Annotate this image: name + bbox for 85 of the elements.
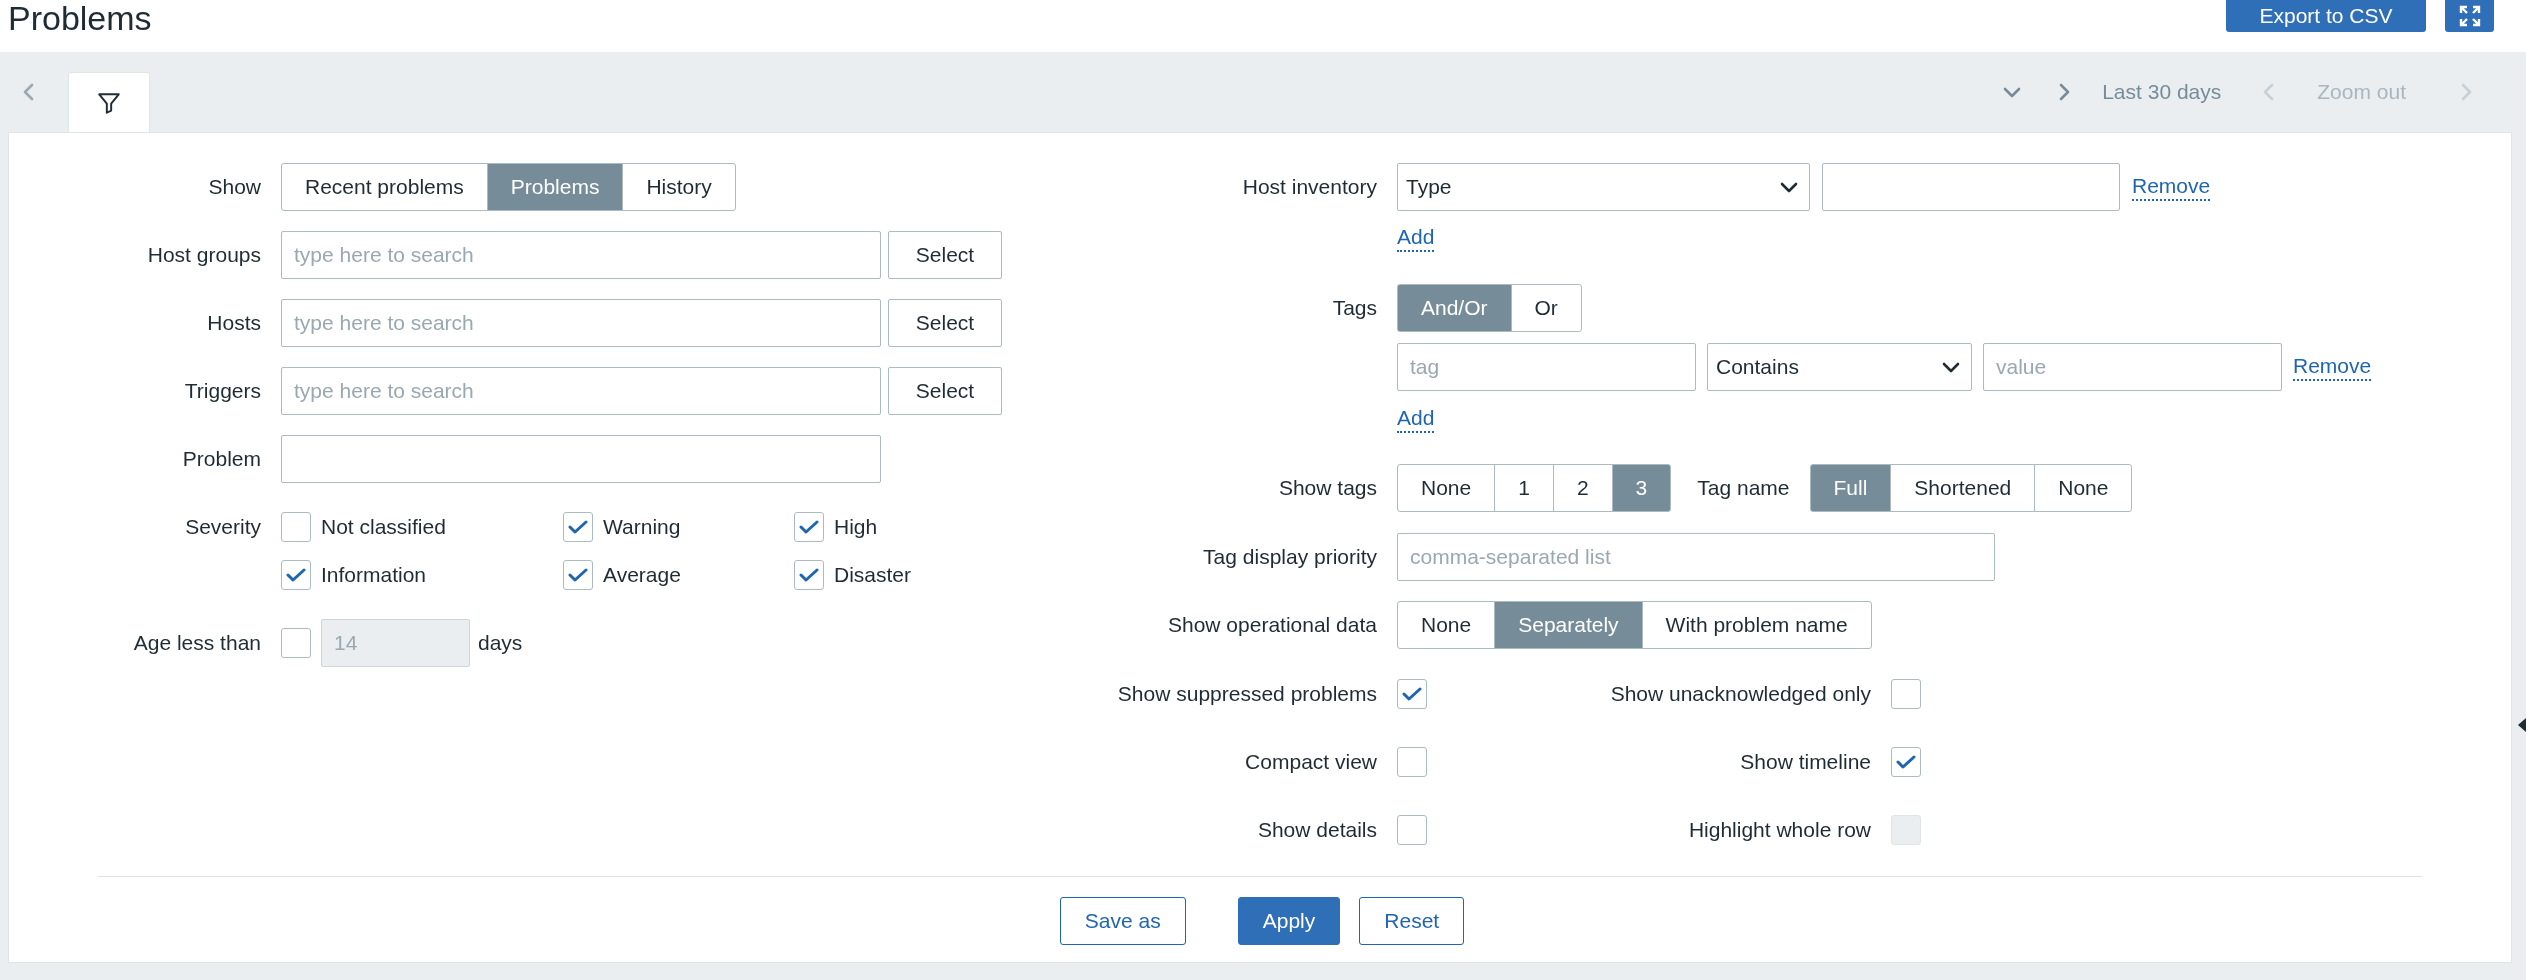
checkbox-label: Compact view xyxy=(1245,749,1377,776)
segment-tab[interactable]: Shortened xyxy=(1890,464,2036,512)
segment-tab[interactable]: With problem name xyxy=(1641,601,1872,649)
checkmark-icon xyxy=(286,567,306,583)
checkbox[interactable] xyxy=(1397,815,1427,845)
input-field[interactable]: type here to search xyxy=(281,231,881,279)
checkbox-label: Show timeline xyxy=(1740,749,1871,776)
select-button[interactable]: Select xyxy=(888,299,1002,347)
checkbox-label: Show details xyxy=(1257,817,1377,844)
checkmark-icon xyxy=(799,567,819,583)
checkbox-label: Warning xyxy=(603,514,681,541)
checkmark-icon xyxy=(568,519,588,535)
segment-tab[interactable]: History xyxy=(622,163,736,211)
input-field[interactable]: type here to search xyxy=(281,367,881,415)
segment-tab[interactable]: Recent problems xyxy=(281,163,488,211)
checkbox-label: Highlight whole row xyxy=(1688,817,1871,844)
checkbox[interactable] xyxy=(1397,679,1427,709)
segment-tab[interactable]: None xyxy=(1397,601,1496,649)
field-label: Show xyxy=(208,175,261,199)
field-label: Tag display priority xyxy=(1203,545,1377,569)
checkbox[interactable] xyxy=(1891,747,1921,777)
checkbox-label: Show suppressed problems xyxy=(1117,681,1377,708)
input-field[interactable] xyxy=(281,435,881,483)
segment-tab[interactable]: 3 xyxy=(1611,464,1672,512)
checkmark-icon xyxy=(1402,686,1422,702)
checkbox[interactable] xyxy=(794,512,824,542)
checkbox[interactable] xyxy=(281,512,311,542)
text-link[interactable]: Add xyxy=(1397,405,1435,433)
field-label: Triggers xyxy=(184,379,261,403)
text-link[interactable]: Remove xyxy=(2293,353,2372,381)
field-label: Age less than xyxy=(133,631,261,655)
checkmark-icon xyxy=(799,519,819,535)
field-label: Host inventory xyxy=(1242,175,1377,199)
checkbox[interactable] xyxy=(281,560,311,590)
checkbox-label: Information xyxy=(321,562,427,589)
segment-tab[interactable]: Or xyxy=(1510,284,1582,332)
field-label: Hosts xyxy=(207,311,261,335)
segment-tab[interactable]: None xyxy=(2034,464,2133,512)
checkbox-label: High xyxy=(834,514,878,541)
checkbox[interactable] xyxy=(563,512,593,542)
text-link[interactable]: Remove xyxy=(2132,173,2211,201)
checkbox-label: Show unacknowledged only xyxy=(1610,681,1871,708)
dropdown-select[interactable]: Contains xyxy=(1707,343,1972,391)
input-field[interactable]: tag xyxy=(1397,343,1696,391)
checkbox[interactable] xyxy=(1891,679,1921,709)
field-label: Show operational data xyxy=(1168,613,1377,637)
segment-tab[interactable]: 2 xyxy=(1552,464,1613,512)
input-field[interactable] xyxy=(1822,163,2120,211)
text-link[interactable]: Add xyxy=(1397,224,1435,252)
export-button[interactable]: Export to CSV xyxy=(2226,0,2426,32)
select-button[interactable]: Select xyxy=(888,367,1002,415)
segment-tab[interactable]: 1 xyxy=(1494,464,1554,512)
field-label: Tag name xyxy=(1697,475,1790,502)
dropdown-select[interactable]: Type xyxy=(1397,163,1810,211)
field-label: Host groups xyxy=(147,243,261,267)
checkmark-icon xyxy=(1896,754,1916,770)
checkbox-label: Disaster xyxy=(834,562,912,589)
checkbox-label: Average xyxy=(603,562,681,589)
field-label: Tags xyxy=(1332,296,1377,320)
unit-label: days xyxy=(478,630,523,657)
segment-tab[interactable]: And/Or xyxy=(1397,284,1512,332)
input-field[interactable]: value xyxy=(1983,343,2282,391)
input-field[interactable]: type here to search xyxy=(281,299,881,347)
action-button[interactable]: Reset xyxy=(1359,897,1465,945)
checkbox[interactable] xyxy=(1397,747,1427,777)
select-button[interactable]: Select xyxy=(888,231,1002,279)
field-label: Problem xyxy=(182,447,261,471)
checkbox[interactable] xyxy=(563,560,593,590)
field-label: Show tags xyxy=(1278,476,1377,500)
checkmark-icon xyxy=(568,567,588,583)
segment-tab[interactable]: Full xyxy=(1809,464,1892,512)
checkbox[interactable] xyxy=(794,560,824,590)
segment-tab[interactable]: Problems xyxy=(486,163,624,211)
page-title: Problems xyxy=(8,0,152,36)
action-button[interactable]: Save as xyxy=(1059,897,1186,945)
checkbox-label: Not classified xyxy=(321,514,446,541)
fullscreen-button[interactable] xyxy=(2445,0,2494,32)
segment-tab[interactable]: None xyxy=(1397,464,1496,512)
input-field[interactable]: comma-separated list xyxy=(1397,533,1995,581)
filter-tab[interactable] xyxy=(68,72,150,132)
collapse-handle-icon[interactable] xyxy=(2518,718,2526,732)
segment-tab[interactable]: Separately xyxy=(1494,601,1643,649)
action-button[interactable]: Apply xyxy=(1237,897,1341,945)
fullscreen-icon xyxy=(2457,4,2482,28)
field-label: Severity xyxy=(185,515,261,539)
